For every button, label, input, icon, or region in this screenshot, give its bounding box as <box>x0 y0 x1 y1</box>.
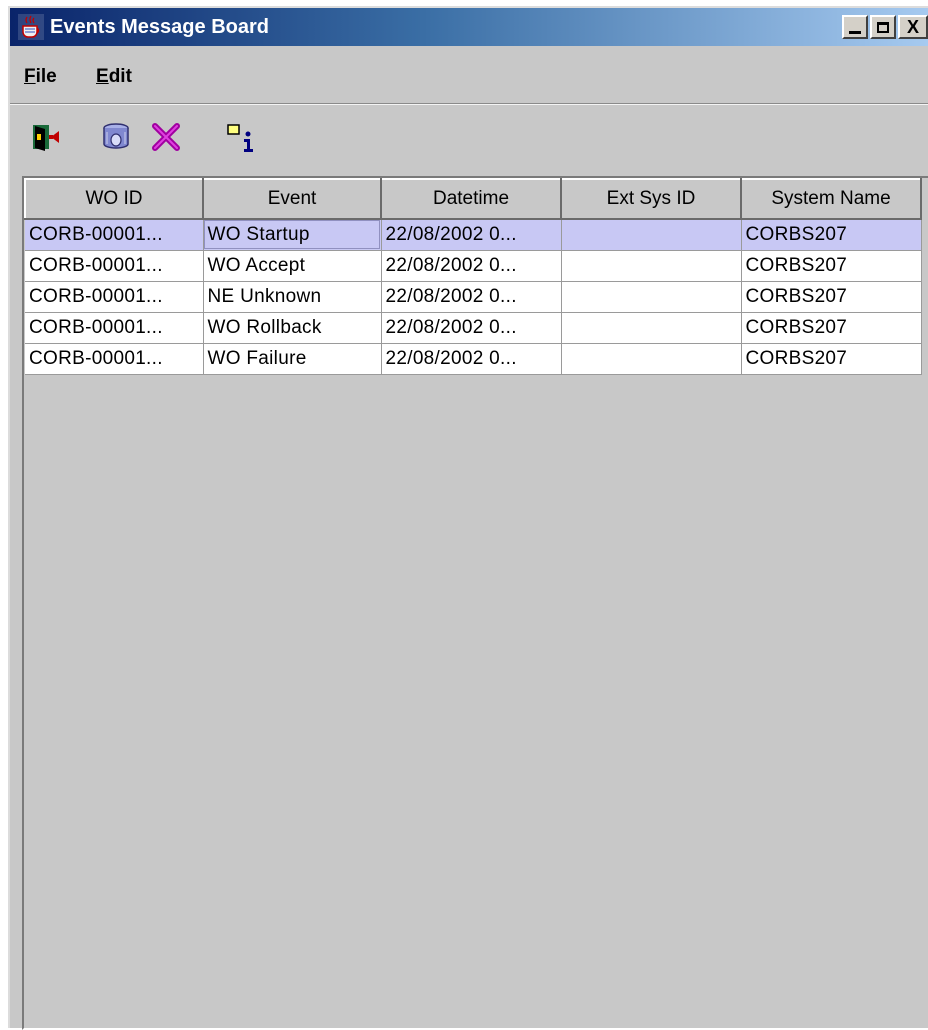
java-cup-icon <box>18 14 44 40</box>
table-row[interactable]: CORB-00001... WO Accept 22/08/2002 0... … <box>25 250 922 282</box>
close-icon: X <box>906 16 919 37</box>
events-table: WO ID Event Datetime Ext Sys ID System N… <box>24 178 922 375</box>
cell-datetime[interactable]: 22/08/2002 0... <box>381 250 562 282</box>
delete-button[interactable] <box>146 117 186 157</box>
cell-wo-id[interactable]: CORB-00001... <box>25 250 204 282</box>
cell-event[interactable]: NE Unknown <box>203 281 382 313</box>
cell-ext-sys-id[interactable] <box>561 312 742 344</box>
cell-ext-sys-id[interactable] <box>561 343 742 375</box>
menu-file-label: ile <box>35 66 57 87</box>
cell-system-name[interactable]: CORBS207 <box>741 281 922 313</box>
cell-wo-id[interactable]: CORB-00001... <box>25 281 204 313</box>
column-header-ext-sys-id[interactable]: Ext Sys ID <box>560 178 742 220</box>
table-row[interactable]: CORB-00001... WO Rollback 22/08/2002 0..… <box>25 312 922 344</box>
exit-button[interactable] <box>24 117 64 157</box>
table-header-row: WO ID Event Datetime Ext Sys ID System N… <box>24 178 922 220</box>
cell-event[interactable]: WO Accept <box>203 250 382 282</box>
clear-button[interactable] <box>96 117 136 157</box>
column-header-event[interactable]: Event <box>202 178 382 220</box>
cell-system-name[interactable]: CORBS207 <box>741 312 922 344</box>
table-row[interactable]: CORB-00001... NE Unknown 22/08/2002 0...… <box>25 281 922 313</box>
column-header-system-name[interactable]: System Name <box>740 178 922 220</box>
events-message-board-window: Events Message Board X File Edit WO ID E… <box>8 6 928 1030</box>
menu-file[interactable]: File <box>24 46 57 108</box>
close-button[interactable]: X <box>898 15 928 39</box>
cell-system-name[interactable]: CORBS207 <box>741 343 922 375</box>
cell-wo-id[interactable]: CORB-00001... <box>25 219 204 251</box>
cell-event[interactable]: WO Startup <box>203 219 382 251</box>
cell-datetime[interactable]: 22/08/2002 0... <box>381 219 562 251</box>
cell-event[interactable]: WO Rollback <box>203 312 382 344</box>
cell-ext-sys-id[interactable] <box>561 281 742 313</box>
delete-x-icon <box>152 123 180 151</box>
menu-edit-mnemonic: E <box>96 66 109 87</box>
cell-datetime[interactable]: 22/08/2002 0... <box>381 281 562 313</box>
minimize-icon <box>849 30 861 34</box>
cell-ext-sys-id[interactable] <box>561 250 742 282</box>
menu-file-mnemonic: F <box>24 66 36 87</box>
cell-wo-id[interactable]: CORB-00001... <box>25 312 204 344</box>
minimize-button[interactable] <box>842 15 868 39</box>
window-title: Events Message Board <box>50 16 269 38</box>
info-icon <box>227 124 253 152</box>
cell-event[interactable]: WO Failure <box>203 343 382 375</box>
cell-datetime[interactable]: 22/08/2002 0... <box>381 312 562 344</box>
exit-door-icon <box>33 125 59 151</box>
menu-edit-label: dit <box>108 66 132 87</box>
cell-system-name[interactable]: CORBS207 <box>741 250 922 282</box>
cell-wo-id[interactable]: CORB-00001... <box>25 343 204 375</box>
cell-datetime[interactable]: 22/08/2002 0... <box>381 343 562 375</box>
maximize-icon <box>877 21 889 33</box>
events-table-panel[interactable]: WO ID Event Datetime Ext Sys ID System N… <box>22 176 928 1030</box>
column-header-wo-id[interactable]: WO ID <box>24 178 204 220</box>
column-header-datetime[interactable]: Datetime <box>380 178 562 220</box>
toolbar <box>10 104 928 174</box>
cell-system-name[interactable]: CORBS207 <box>741 219 922 251</box>
title-bar[interactable]: Events Message Board X <box>10 8 928 46</box>
info-button[interactable] <box>222 117 262 157</box>
maximize-button[interactable] <box>870 15 896 39</box>
menu-bar: File Edit <box>10 46 928 104</box>
cell-ext-sys-id[interactable] <box>561 219 742 251</box>
menu-edit[interactable]: Edit <box>96 46 132 108</box>
table-row[interactable]: CORB-00001... WO Startup 22/08/2002 0...… <box>25 219 922 251</box>
table-row[interactable]: CORB-00001... WO Failure 22/08/2002 0...… <box>25 343 922 375</box>
clear-filter-icon <box>103 123 129 149</box>
